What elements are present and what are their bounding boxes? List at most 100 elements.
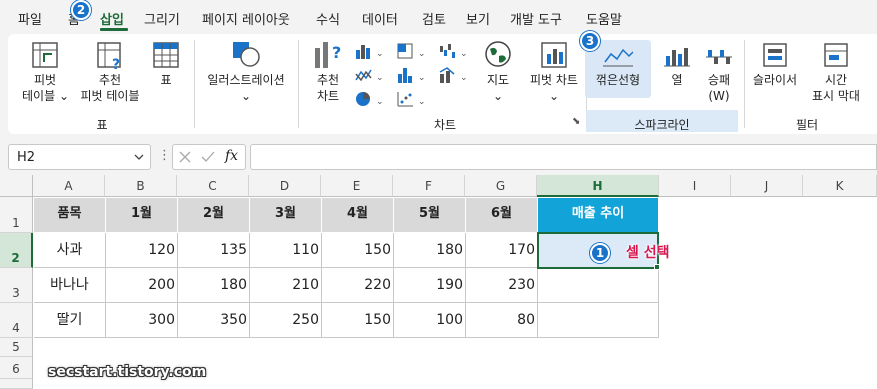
item-cell[interactable]: 사과 <box>34 233 106 268</box>
tab-help[interactable]: 도움말 <box>586 9 622 28</box>
fill-handle[interactable] <box>654 264 660 270</box>
tab-draw[interactable]: 그리기 <box>144 9 180 28</box>
column-header[interactable]: A <box>33 175 105 197</box>
value-cell[interactable]: 200 <box>106 268 178 303</box>
column-header[interactable]: F <box>393 175 465 197</box>
value-cell[interactable]: 180 <box>178 268 250 303</box>
column-header[interactable]: J <box>731 175 803 197</box>
dialog-launcher-icon[interactable]: ⬊ <box>572 116 580 127</box>
value-cell[interactable]: 230 <box>466 268 538 303</box>
sales-trend-header-cell[interactable]: 매출 추이 <box>538 198 659 233</box>
table-header-cell[interactable]: 품목 <box>34 198 106 233</box>
column-header[interactable]: K <box>803 175 877 197</box>
recommended-pivot-button[interactable]: ? 추천 피벗 테이블 <box>78 40 142 104</box>
pivot-table-icon <box>32 42 58 68</box>
value-cell[interactable]: 300 <box>106 303 178 338</box>
value-cell[interactable]: 110 <box>250 233 322 268</box>
waterfall-chart-icon[interactable]: ⌄ <box>438 42 474 60</box>
value-cell[interactable]: 150 <box>322 233 394 268</box>
statistic-chart-icon[interactable]: ⌄ <box>396 66 432 84</box>
line-chart-icon[interactable]: ⌄ <box>354 66 390 84</box>
item-cell[interactable]: 딸기 <box>34 303 106 338</box>
row-header-selected[interactable]: 2 <box>0 233 33 268</box>
tab-insert[interactable]: 삽입 <box>100 9 124 28</box>
sparkline-cell[interactable] <box>538 268 659 303</box>
svg-text:⌄: ⌄ <box>376 73 384 83</box>
table-button[interactable]: 표 <box>150 40 182 88</box>
row-header[interactable]: 5 <box>0 338 33 357</box>
row-header[interactable]: 3 <box>0 268 33 303</box>
tab-developer[interactable]: 개발 도구 <box>510 9 562 28</box>
cancel-icon[interactable] <box>179 151 191 163</box>
tab-data[interactable]: 데이터 <box>362 9 398 28</box>
select-all-corner[interactable] <box>0 175 33 197</box>
maps-button[interactable]: 지도 ⌄ <box>478 40 518 104</box>
svg-text:⌄: ⌄ <box>460 49 468 59</box>
column-header[interactable]: D <box>249 175 321 197</box>
slicer-label: 슬라이서 <box>752 73 798 87</box>
value-cell[interactable]: 150 <box>322 303 394 338</box>
value-cell[interactable]: 120 <box>106 233 178 268</box>
worksheet[interactable]: A B C D E F G H I J K 1 2 3 4 5 6 품목 1월 … <box>0 175 877 389</box>
pivot-chart-button[interactable]: 피벗 차트 ⌄ <box>524 40 584 104</box>
recommended-charts-label-2: 차트 <box>316 89 340 103</box>
group-label-sparklines: 스파크라인 <box>634 118 690 132</box>
enter-icon[interactable] <box>201 151 215 163</box>
name-box[interactable]: H2 <box>8 144 151 170</box>
tab-formulas[interactable]: 수식 <box>316 9 340 28</box>
sparkline-column-button[interactable]: 열 <box>656 44 698 88</box>
column-header[interactable]: G <box>465 175 537 197</box>
recommended-charts-button[interactable]: ? 추천 차트 <box>306 40 350 104</box>
table-header-cell[interactable]: 5월 <box>394 198 466 233</box>
formula-input[interactable] <box>250 144 877 170</box>
value-cell[interactable]: 220 <box>322 268 394 303</box>
column-header[interactable]: C <box>177 175 249 197</box>
value-cell[interactable]: 180 <box>394 233 466 268</box>
value-cell[interactable]: 135 <box>178 233 250 268</box>
value-cell[interactable]: 190 <box>394 268 466 303</box>
value-cell[interactable]: 170 <box>466 233 538 268</box>
sparkline-cell[interactable] <box>538 303 659 338</box>
sparkline-line-button[interactable]: 꺾은선형 <box>588 44 648 88</box>
slicer-icon <box>763 43 787 67</box>
scatter-chart-icon[interactable]: ⌄ <box>396 90 432 108</box>
table-header-cell[interactable]: 2월 <box>178 198 250 233</box>
table-header-cell[interactable]: 3월 <box>250 198 322 233</box>
value-cell[interactable]: 210 <box>250 268 322 303</box>
column-header[interactable]: I <box>659 175 731 197</box>
value-cell[interactable]: 100 <box>394 303 466 338</box>
column-header-selected[interactable]: H <box>537 175 659 197</box>
timeline-button[interactable]: 시간 표시 막대 <box>806 40 866 104</box>
slicer-button[interactable]: 슬라이서 <box>748 40 802 88</box>
table-header-cell[interactable]: 6월 <box>466 198 538 233</box>
insert-function-icon[interactable]: fx <box>225 148 238 164</box>
row-header[interactable] <box>0 379 33 389</box>
chevron-down-icon[interactable] <box>134 153 144 161</box>
value-cell[interactable]: 350 <box>178 303 250 338</box>
sparkline-winloss-button[interactable]: 승패 (W) <box>696 44 742 104</box>
hierarchy-chart-icon[interactable]: ⌄ <box>396 42 432 60</box>
combo-chart-icon[interactable]: ⌄ <box>438 66 474 84</box>
illustrations-button[interactable]: 일러스트레이션 ⌄ <box>200 40 292 104</box>
pie-chart-icon[interactable]: ⌄ <box>354 90 390 108</box>
column-chart-icon[interactable]: ⌄ <box>354 42 390 60</box>
svg-text:⌄: ⌄ <box>418 97 426 107</box>
pivot-table-button[interactable]: 피벗 테이블 ⌄ <box>22 40 69 104</box>
column-header[interactable]: E <box>321 175 393 197</box>
value-cell[interactable]: 250 <box>250 303 322 338</box>
value-cell[interactable]: 80 <box>466 303 538 338</box>
tab-view[interactable]: 보기 <box>466 9 490 28</box>
item-cell[interactable]: 바나나 <box>34 268 106 303</box>
table-header-cell[interactable]: 1월 <box>106 198 178 233</box>
row-header[interactable]: 4 <box>0 303 33 338</box>
tab-file[interactable]: 파일 <box>18 9 42 28</box>
separator <box>298 40 299 128</box>
column-header[interactable]: B <box>105 175 177 197</box>
tab-page-layout[interactable]: 페이지 레이아웃 <box>202 9 290 28</box>
row-header[interactable]: 1 <box>0 197 33 233</box>
row-header[interactable]: 6 <box>0 357 33 379</box>
tab-review[interactable]: 검토 <box>422 9 446 28</box>
more-options-icon[interactable]: ⋮ <box>158 148 171 163</box>
menu-bar: 파일 홈 삽입 그리기 페이지 레이아웃 수식 데이터 검토 보기 개발 도구 … <box>0 0 877 34</box>
table-header-cell[interactable]: 4월 <box>322 198 394 233</box>
